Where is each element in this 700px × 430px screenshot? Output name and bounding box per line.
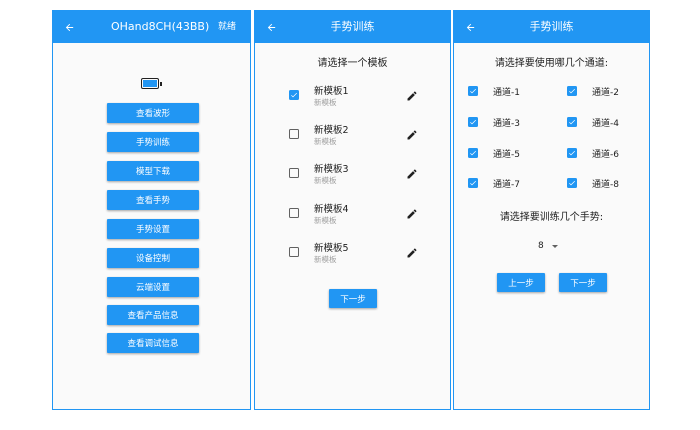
channel-label-8: 通道-8 (592, 180, 619, 190)
dropdown-caret-icon (551, 244, 558, 248)
device-screen: OHand8CH(43BB) 就绪 查看波形 手势训练 模型下载 查看手势 手势… (52, 10, 251, 410)
channel-checkbox-4[interactable] (567, 117, 577, 127)
channel-checkbox-2[interactable] (567, 86, 577, 96)
channel-select-screen: 手势训练 请选择要使用哪几个通道: 通道-1 通道-2 通道-3 通道-4 通道… (453, 10, 650, 410)
back-button[interactable] (255, 11, 287, 43)
gesture-settings-button[interactable]: 手势设置 (107, 219, 199, 239)
channel-label-3: 通道-3 (493, 119, 520, 129)
template-checkbox-5[interactable] (289, 247, 299, 257)
product-info-button[interactable]: 查看产品信息 (107, 305, 199, 325)
template-checkbox-4[interactable] (289, 208, 299, 218)
checkbox-checked-icon (470, 88, 476, 94)
model-download-button[interactable]: 模型下载 (107, 161, 199, 181)
pencil-edit-icon[interactable] (406, 208, 418, 220)
app-bar: 手势训练 (255, 11, 450, 43)
app-bar: OHand8CH(43BB) 就绪 (53, 11, 250, 43)
channel-checkbox-3[interactable] (468, 117, 478, 127)
channel-checkbox-5[interactable] (468, 148, 478, 158)
battery-icon (141, 78, 162, 89)
template-name-3: 新模板3 (314, 164, 349, 175)
channel-checkbox-8[interactable] (567, 178, 577, 188)
checkbox-checked-icon (569, 150, 575, 156)
template-sub-2: 新模板 (314, 137, 337, 146)
view-waveform-button[interactable]: 查看波形 (107, 103, 199, 123)
device-control-button[interactable]: 设备控制 (107, 248, 199, 268)
pencil-edit-icon[interactable] (406, 168, 418, 180)
next-step-button[interactable]: 下一步 (559, 273, 607, 292)
checkbox-checked-icon (569, 180, 575, 186)
status-text: 就绪 (217, 22, 236, 32)
channel-heading: 请选择要使用哪几个通道: (494, 58, 609, 69)
template-name-5: 新模板5 (314, 243, 349, 254)
view-gesture-button[interactable]: 查看手势 (107, 190, 199, 210)
template-sub-5: 新模板 (314, 255, 337, 264)
template-name-1: 新模板1 (314, 86, 349, 97)
channel-label-6: 通道-6 (592, 150, 619, 160)
prev-step-button[interactable]: 上一步 (497, 273, 545, 292)
channel-label-1: 通道-1 (493, 88, 520, 98)
channel-label-4: 通道-4 (592, 119, 619, 129)
channel-label-2: 通道-2 (592, 88, 619, 98)
debug-info-button[interactable]: 查看调试信息 (107, 333, 199, 353)
channel-checkbox-6[interactable] (567, 148, 577, 158)
template-heading: 请选择一个模板 (317, 58, 388, 69)
app-bar: 手势训练 (454, 11, 649, 43)
arrow-back-icon (466, 23, 474, 31)
channel-checkbox-1[interactable] (468, 86, 478, 96)
checkbox-checked-icon (470, 150, 476, 156)
template-checkbox-1[interactable] (289, 90, 299, 100)
pencil-edit-icon[interactable] (406, 90, 418, 102)
gesture-heading: 请选择要训练几个手势: (499, 212, 604, 223)
channel-checkbox-7[interactable] (468, 178, 478, 188)
template-name-2: 新模板2 (314, 125, 349, 136)
template-checkbox-3[interactable] (289, 168, 299, 178)
checkbox-checked-icon (291, 92, 297, 98)
back-button[interactable] (53, 11, 85, 43)
template-checkbox-2[interactable] (289, 129, 299, 139)
pencil-edit-icon[interactable] (406, 129, 418, 141)
channel-label-5: 通道-5 (493, 150, 520, 160)
checkbox-checked-icon (569, 88, 575, 94)
gesture-count-value: 8 (538, 241, 544, 251)
checkbox-checked-icon (470, 180, 476, 186)
checkbox-checked-icon (569, 119, 575, 125)
arrow-back-icon (267, 23, 275, 31)
template-sub-1: 新模板 (314, 98, 337, 107)
cloud-settings-button[interactable]: 云端设置 (107, 277, 199, 297)
template-sub-3: 新模板 (314, 176, 337, 185)
channel-label-7: 通道-7 (493, 180, 520, 190)
pencil-edit-icon[interactable] (406, 247, 418, 259)
template-sub-4: 新模板 (314, 216, 337, 225)
back-button[interactable] (454, 11, 486, 43)
checkbox-checked-icon (470, 119, 476, 125)
gesture-count-dropdown[interactable]: 8 (538, 239, 566, 253)
gesture-training-button[interactable]: 手势训练 (107, 132, 199, 152)
next-step-button[interactable]: 下一步 (329, 289, 377, 308)
arrow-back-icon (65, 23, 73, 31)
template-select-screen: 手势训练 请选择一个模板 新模板1 新模板 新模板2 新模板 新模板3 新模板 … (254, 10, 451, 410)
template-name-4: 新模板4 (314, 204, 349, 215)
